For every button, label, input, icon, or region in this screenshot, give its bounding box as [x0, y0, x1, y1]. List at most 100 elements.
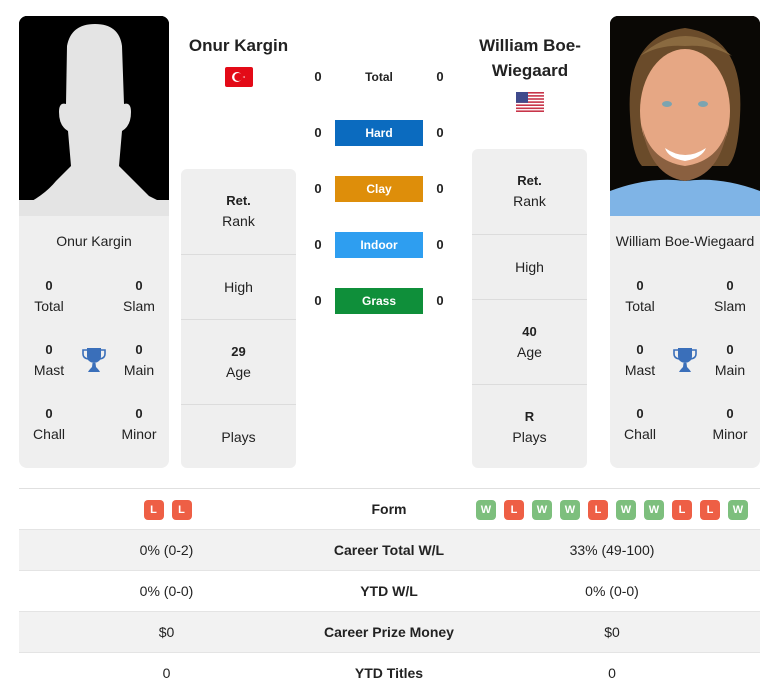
form-loss-badge: L: [171, 499, 192, 520]
player2-minor-titles: 0 Minor: [700, 404, 760, 444]
label: Total: [625, 298, 655, 314]
form-loss-badge: L: [700, 499, 720, 520]
value: 0: [636, 406, 644, 421]
player1-card-name: Onur Kargin: [56, 233, 132, 249]
player2-high: High: [472, 234, 587, 299]
trophy-icon: [82, 348, 106, 372]
player2-name[interactable]: William Boe- Wiegaard: [460, 33, 600, 83]
trophy-icon: [673, 348, 697, 372]
value: R: [524, 409, 535, 424]
player1-mast-titles: 0 Mast: [19, 340, 79, 380]
value: 29: [231, 344, 246, 359]
player1-total-titles: 0 Total: [19, 276, 79, 316]
player2-card-name: William Boe-Wiegaard: [615, 233, 755, 249]
form-win-badge: W: [560, 499, 580, 520]
player1-main-titles: 0 Main: [109, 340, 169, 380]
table-row: 0 YTD Titles 0: [19, 653, 760, 694]
value: 0: [726, 342, 734, 357]
player2-chall-titles: 0 Chall: [610, 404, 670, 444]
row-label: Career Total W/L: [333, 542, 445, 558]
label: Minor: [712, 426, 748, 442]
player1-info-box: Ret. Rank High 29 Age Plays: [181, 169, 296, 468]
value: 0: [135, 406, 143, 421]
usa-flag-icon: [516, 92, 544, 112]
form-win-badge: W: [532, 499, 552, 520]
p1-clay-value: 0: [314, 181, 322, 196]
label: Plays: [512, 429, 547, 445]
surface-indoor-badge: Indoor: [335, 232, 423, 258]
player2-main-titles: 0 Main: [700, 340, 760, 380]
player2-mast-titles: 0 Mast: [610, 340, 670, 380]
player2-total-titles: 0 Total: [610, 276, 670, 316]
p2-total-value: 0: [436, 69, 444, 84]
player2-form-badges: WLWWLWWLLW: [464, 489, 760, 530]
form-win-badge: W: [616, 499, 636, 520]
player2-name-line1: William Boe-: [479, 36, 581, 55]
p2-hard-value: 0: [436, 125, 444, 140]
form-loss-badge: L: [672, 499, 692, 520]
p2-indoor-value: 0: [436, 237, 444, 252]
label: High: [224, 279, 253, 295]
row-label: YTD W/L: [360, 583, 418, 599]
label: Total: [34, 298, 64, 314]
player2-value: 0: [608, 665, 616, 681]
player1-titles-card: Onur Kargin 0 Total 0 Slam 0 Mast 0 Main 0 Ch…: [19, 216, 169, 468]
player-portrait-image: [610, 16, 760, 216]
value: 0: [135, 278, 143, 293]
label: Plays: [221, 429, 256, 445]
player1-value: $0: [158, 624, 175, 640]
player1-age: 29 Age: [181, 319, 296, 404]
label: Rank: [513, 193, 546, 209]
form-win-badge: W: [644, 499, 664, 520]
form-row: LL Form WLWWLWWLLW: [19, 489, 760, 530]
label: Chall: [624, 426, 656, 442]
table-row: 0% (0-2) Career Total W/L 33% (49-100): [19, 530, 760, 571]
player2-form: WLWWLWWLLW: [464, 489, 760, 530]
value: 0: [45, 278, 53, 293]
label: Minor: [121, 426, 157, 442]
surface-row-hard: 0 Hard 0: [305, 120, 450, 146]
form-win-badge: W: [476, 499, 496, 520]
player2-value: 33% (49-100): [569, 542, 655, 558]
player2-info-box: Ret. Rank High 40 Age R Plays: [472, 149, 587, 468]
player1-name[interactable]: Onur Kargin: [181, 33, 296, 58]
surface-row-grass: 0 Grass 0: [305, 288, 450, 314]
label: Chall: [33, 426, 65, 442]
form-label: Form: [371, 501, 407, 517]
player1-slam-titles: 0 Slam: [109, 276, 169, 316]
value: 0: [45, 406, 53, 421]
label: Slam: [714, 298, 746, 314]
value: 0: [726, 406, 734, 421]
player2-photo: [610, 16, 760, 216]
p1-grass-value: 0: [314, 293, 322, 308]
label: Rank: [222, 213, 255, 229]
player2-plays: R Plays: [472, 384, 587, 468]
surface-hard-badge: Hard: [335, 120, 423, 146]
label: Slam: [123, 298, 155, 314]
form-loss-badge: L: [588, 499, 608, 520]
row-label: YTD Titles: [354, 665, 424, 681]
value: Ret.: [517, 173, 542, 188]
value: 0: [636, 342, 644, 357]
player1-minor-titles: 0 Minor: [109, 404, 169, 444]
silhouette-placeholder-icon: [19, 16, 169, 216]
label: Mast: [33, 362, 65, 378]
value: 0: [135, 342, 143, 357]
surface-total-label: Total: [365, 70, 393, 84]
surface-row-indoor: 0 Indoor 0: [305, 232, 450, 258]
player1-rank: Ret. Rank: [181, 169, 296, 254]
label: Main: [123, 362, 155, 378]
turkey-flag-icon: [225, 67, 253, 87]
label: Age: [226, 364, 251, 380]
p2-clay-value: 0: [436, 181, 444, 196]
player1-value: 0: [162, 665, 171, 681]
player1-chall-titles: 0 Chall: [19, 404, 79, 444]
player2-rank: Ret. Rank: [472, 149, 587, 234]
value: 0: [45, 342, 53, 357]
form-loss-badge: L: [143, 499, 164, 520]
label: High: [515, 259, 544, 275]
player1-form: LL: [19, 489, 314, 530]
form-loss-badge: L: [504, 499, 524, 520]
surface-grass-badge: Grass: [335, 288, 423, 314]
value: 40: [522, 324, 537, 339]
